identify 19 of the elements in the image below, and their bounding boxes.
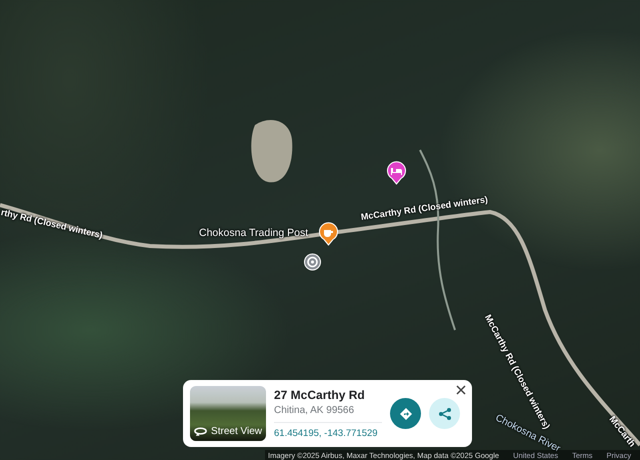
share-icon	[438, 406, 452, 420]
place-label[interactable]: Chokosna Trading Post	[199, 227, 308, 239]
street-view-button[interactable]: Street View	[190, 426, 266, 441]
street-view-thumbnail[interactable]: Street View	[190, 386, 266, 441]
share-button[interactable]	[429, 398, 460, 429]
place-address: Chitina, AK 99566	[274, 404, 356, 416]
directions-icon	[398, 406, 412, 420]
bed-pin-icon[interactable]	[386, 161, 407, 185]
clearing-drawing	[251, 120, 292, 182]
satellite-map[interactable]	[0, 0, 640, 460]
location-pin-icon[interactable]	[302, 252, 323, 272]
close-icon[interactable]	[456, 385, 466, 395]
directions-button[interactable]	[390, 398, 421, 429]
road-label: McCarthy Rd (Closed winters)	[360, 194, 489, 223]
cafe-pin-icon[interactable]	[318, 222, 339, 246]
rotate-icon	[194, 426, 208, 436]
place-title: 27 McCarthy Rd	[274, 388, 366, 402]
coordinates-link[interactable]: 61.454195, -143.771529	[274, 426, 378, 440]
road-label: rthy Rd (Closed winters)	[0, 207, 104, 242]
